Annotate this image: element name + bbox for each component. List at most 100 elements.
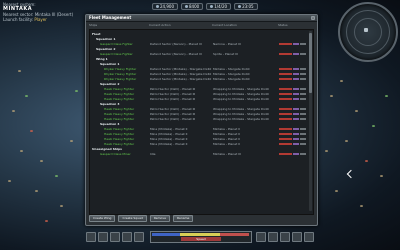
current-location: Mintaka - Stargate Dx40 [213,72,250,76]
scrollbar[interactable] [309,31,312,211]
ship-name: Hawk Heavy Fighter [104,97,135,101]
radar-minimap[interactable] [338,2,398,62]
create-squad-button[interactable]: Create Squad [118,215,147,222]
close-button[interactable]: x [311,16,315,20]
credits-icon [156,5,159,8]
table-row[interactable]: Wing 1 [90,57,308,61]
shield-status-bar [293,133,299,135]
table-row[interactable]: Hawk Heavy Fighter Mine (Mintaka) - Plane… [90,132,308,136]
energy-status-bar [300,138,306,140]
table-row[interactable]: Rhyker Heavy Fighter Defend Sector (Minta… [90,72,308,76]
status-bars [279,53,309,55]
fleet-tree-list[interactable]: Fleet Squadron 1 Gaspard Class Fighter Defe… [89,29,314,215]
hull-status-bar [279,78,292,80]
status-bars [279,153,309,155]
ship-name: Gaspard Class Miner [100,152,131,156]
table-row[interactable]: Hawk Heavy Fighter Patrol Sector (Dahl) -… [90,112,308,116]
table-row[interactable]: Squadron 4 [90,122,308,126]
col-current-location[interactable]: Current Location [212,23,237,27]
hud-slot-5-icon[interactable] [134,232,144,242]
status-bars [279,88,309,90]
hull-status-bar [279,43,292,45]
speed-bar: Speed [181,237,221,241]
radar-ring-inner [354,18,382,46]
current-location: Wrapping to Mintaka - Stargate Dx40 [213,112,269,116]
hud-slot-6-icon[interactable] [256,232,266,242]
hull-status-bar [279,153,292,155]
current-action: Patrol Sector (Dahl) - Planet III [150,112,196,116]
current-location: Mintaka - Planet II [213,132,240,136]
table-row[interactable]: Hawk Heavy Fighter Mine (Mintaka) - Plane… [90,142,308,146]
ship-name: Hawk Heavy Fighter [104,137,135,141]
crew-counter: 1/4/20 [206,3,232,10]
energy-status-bar [300,108,306,110]
shield-status-bar [293,138,299,140]
system-info: Nearest system: MINTAKA Nearest sector: … [3,2,73,22]
table-row[interactable]: Gaspard Class Fighter Defend Sector (Naro… [90,42,308,46]
table-row[interactable]: Squadron 2 [90,47,308,51]
table-row[interactable]: Squadron 2 [90,82,308,86]
status-bars [279,133,309,135]
shield-status-bar [293,113,299,115]
status-bars [279,143,309,145]
current-action: Patrol Sector (Dahl) - Planet III [150,87,196,91]
ship-name: Rhyker Heavy Fighter [104,77,137,81]
table-row[interactable]: Hawk Heavy Fighter Mine (Mintaka) - Plane… [90,137,308,141]
table-row[interactable]: Squadron 3 [90,102,308,106]
hud-slot-2-icon[interactable] [98,232,108,242]
col-ships[interactable]: Ships [89,23,97,27]
table-row[interactable]: Squadron 1 [90,37,308,41]
hud-slot-1-icon[interactable] [86,232,96,242]
current-location: Mintaka - Stargate Dx40 [213,67,250,71]
energy-status-bar [300,43,306,45]
shield-status-bar [293,93,299,95]
table-row[interactable]: Unassigned Ships [90,147,308,151]
table-row[interactable]: Hawk Heavy Fighter Patrol Sector (Dahl) -… [90,97,308,101]
current-action: Patrol Sector (Dahl) - Planet III [150,97,196,101]
hull-status-bar [279,113,292,115]
hud-slot-3-icon[interactable] [110,232,120,242]
hud-slot-9-icon[interactable] [292,232,302,242]
current-location: Mintaka - Planet II [213,142,240,146]
hud-slot-8-icon[interactable] [280,232,290,242]
hull-status-bar [279,118,292,120]
col-current-action[interactable]: Current Action [149,23,171,27]
hud-slot-7-icon[interactable] [268,232,278,242]
table-row[interactable]: Hawk Heavy Fighter Patrol Sector (Dahl) -… [90,92,308,96]
bottom-hud: Speed [80,230,320,244]
hull-bar [180,233,220,236]
table-row[interactable]: Hawk Heavy Fighter Mine (Mintaka) - Plane… [90,127,308,131]
table-row[interactable]: Hawk Heavy Fighter Patrol Sector (Dahl) -… [90,107,308,111]
current-action: Mine (Mintaka) - Planet II [150,132,188,136]
table-row[interactable]: Rhyker Heavy Fighter Defend Sector (Minta… [90,77,308,81]
table-row[interactable]: Hawk Heavy Fighter Patrol Sector (Dahl) -… [90,87,308,91]
table-row[interactable]: Fleet [90,32,308,36]
table-row[interactable]: Gaspard Class Miner Idle Mintaka - Planet … [90,152,308,156]
hud-slot-4-icon[interactable] [122,232,132,242]
energy-status-bar [300,78,306,80]
current-location: Mintaka - Planet II [213,137,240,141]
remove-button[interactable]: Remove [149,215,171,222]
col-status[interactable]: Status [278,23,288,27]
hull-status-bar [279,138,292,140]
armor-bar [220,233,249,236]
create-wing-button[interactable]: Create Wing [89,215,116,222]
table-row[interactable]: Hawk Heavy Fighter Patrol Sector (Dahl) -… [90,117,308,121]
rename-button[interactable]: Rename [173,215,194,222]
ship-name: Rhyker Heavy Fighter [104,72,137,76]
hull-status-bar [279,128,292,130]
scrollbar-thumb[interactable] [309,33,312,93]
shield-status-bar [293,43,299,45]
misc-counter: 23:05 [234,3,258,10]
hull-status-bar [279,133,292,135]
table-row[interactable]: Squadron 1 [90,62,308,66]
hud-slot-10-icon[interactable] [304,232,314,242]
table-row[interactable]: Gaspard Class Fighter Defend Sector (Naro… [90,52,308,56]
table-header: Ships Current Action Current Location St… [89,23,314,28]
status-bars [279,113,309,115]
fleet-management-window: Fleet Management x Ships Current Action … [85,14,318,226]
table-row[interactable]: Rhyker Heavy Fighter Defend Sector (Minta… [90,67,308,71]
energy-status-bar [300,73,306,75]
status-bars [279,73,309,75]
ship-name: Unassigned Ships [92,147,122,151]
